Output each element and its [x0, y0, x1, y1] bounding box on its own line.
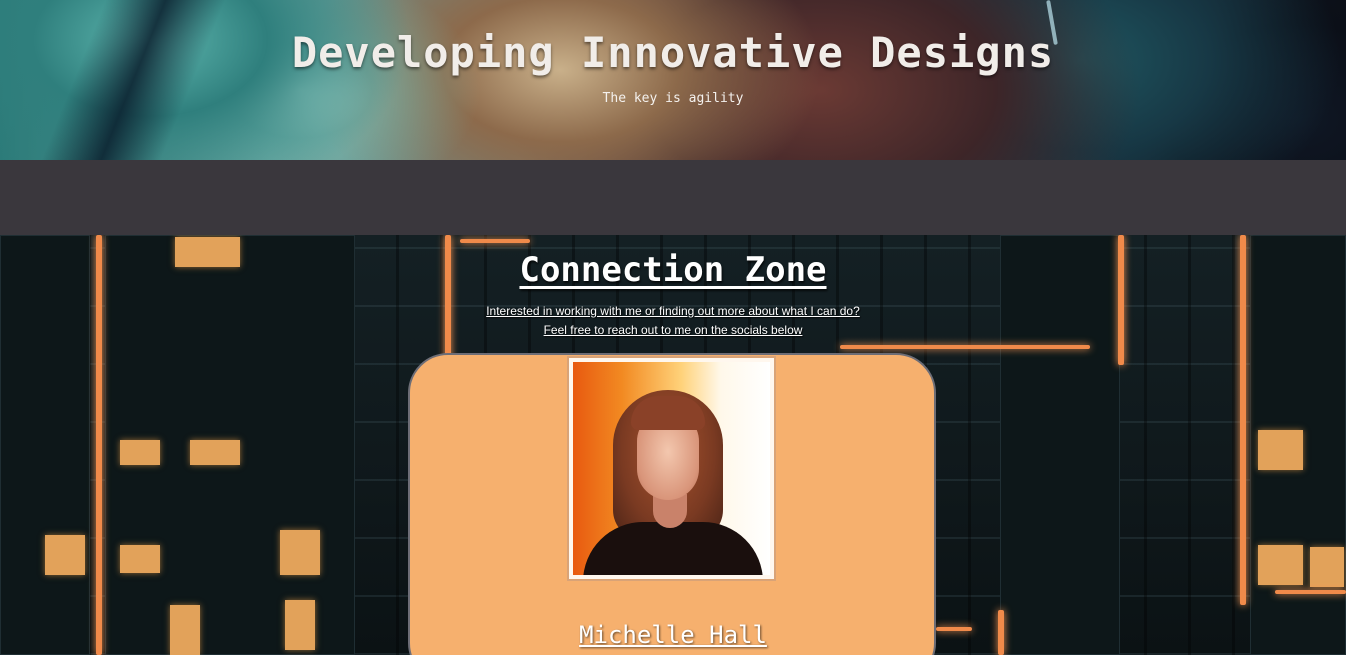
neon-light-strip [1240, 235, 1246, 605]
hero-background-streak [7, 0, 273, 160]
lit-window [45, 535, 85, 575]
neon-light-strip [1275, 590, 1346, 594]
profile-photo-frame [567, 356, 776, 581]
lit-window [280, 530, 320, 575]
neon-light-strip [96, 235, 102, 655]
intro-link-line1[interactable]: Interested in working with me or finding… [0, 304, 1346, 318]
neon-light-strip [840, 345, 1090, 349]
photo-shirt [583, 522, 763, 575]
navigation-bar [0, 160, 1346, 235]
intro-link-line2[interactable]: Feel free to reach out to me on the soci… [0, 323, 1346, 337]
lit-window [1258, 545, 1303, 585]
connection-zone-heading: Connection Zone [519, 250, 827, 290]
building-right [1000, 235, 1120, 655]
lit-window [190, 440, 240, 465]
photo-fringe [631, 396, 705, 430]
hero-banner: Developing Innovative Designs The key is… [0, 0, 1346, 160]
lit-window [1258, 430, 1303, 470]
profile-name[interactable]: Michelle Hall [0, 621, 1346, 649]
site-tagline: The key is agility [602, 91, 744, 106]
lit-window [120, 545, 160, 573]
profile-photo [573, 362, 770, 575]
site-title: Developing Innovative Designs [291, 28, 1055, 77]
building-far-left [0, 235, 90, 655]
lit-window [120, 440, 160, 465]
lit-window [1310, 547, 1344, 587]
neon-light-strip [460, 239, 530, 243]
